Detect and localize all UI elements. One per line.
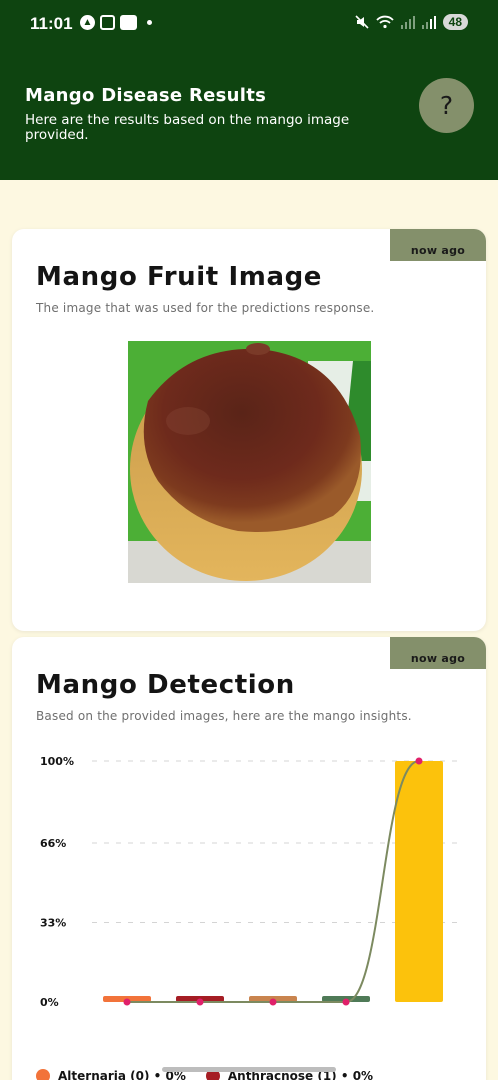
status-icons-right: 48 (355, 14, 468, 30)
page-subtitle: Here are the results based on the mango … (25, 112, 350, 143)
data-point[interactable] (415, 757, 423, 765)
signal-icon-2 (421, 15, 436, 29)
data-point[interactable] (196, 998, 204, 1006)
status-time: 11:01 (30, 14, 73, 33)
help-button[interactable]: ? (419, 78, 474, 133)
card-subtitle: The image that was used for the predicti… (36, 301, 375, 315)
y-tick-label: 33% (40, 916, 66, 929)
legend-dot-icon (36, 1069, 50, 1080)
timestamp-badge: now ago (390, 229, 486, 261)
teams-icon (120, 15, 137, 30)
status-bar: 11:01 ▲ 48 (0, 0, 498, 52)
data-point[interactable] (342, 998, 350, 1006)
status-icons-left: ▲ (80, 15, 152, 30)
screen-record-icon (100, 15, 115, 30)
card-title: Mango Detection (36, 670, 295, 700)
mango-image-card: now ago Mango Fruit Image The image that… (12, 229, 486, 631)
y-tick-label: 66% (40, 837, 66, 850)
data-point[interactable] (123, 998, 131, 1006)
card-subtitle: Based on the provided images, here are t… (36, 709, 412, 723)
app-header: 11:01 ▲ 48 Mango Disease Results Here ar… (0, 0, 498, 180)
a-icon: ▲ (80, 15, 95, 30)
data-point[interactable] (269, 998, 277, 1006)
battery-indicator: 48 (442, 14, 468, 30)
dot-icon (147, 20, 152, 25)
mute-icon (355, 15, 369, 29)
card-title: Mango Fruit Image (36, 262, 323, 292)
chart-bar[interactable] (395, 761, 443, 1002)
wifi-icon (375, 15, 394, 29)
detection-chart: 100% 66% 33% 0% (40, 755, 462, 1009)
mango-fruit-image (128, 341, 371, 583)
y-tick-label: 0% (40, 996, 59, 1009)
timestamp-badge: now ago (390, 637, 486, 669)
signal-icon (400, 15, 415, 29)
y-tick-label: 100% (40, 755, 74, 768)
page-title: Mango Disease Results (25, 85, 267, 106)
mango-detection-card: now ago Mango Detection Based on the pro… (12, 637, 486, 1080)
trend-line (127, 760, 420, 1003)
home-indicator[interactable] (162, 1067, 336, 1072)
